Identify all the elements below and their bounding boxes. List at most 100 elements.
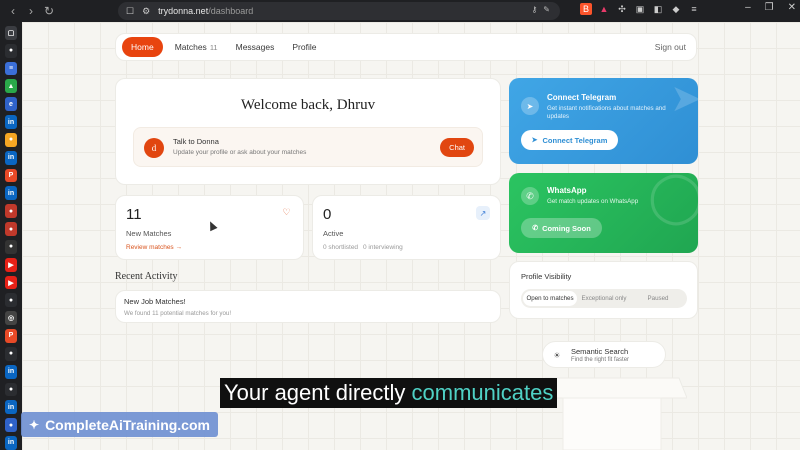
bookmark-icon[interactable]: ☐ — [126, 6, 134, 17]
visibility-exceptional[interactable]: Exceptional only — [577, 291, 631, 306]
github-icon[interactable]: ● — [5, 382, 17, 397]
new-matches-count: 11 — [126, 206, 142, 223]
trend-icon: ↗ — [476, 206, 490, 220]
recent-item-title: New Job Matches! — [124, 297, 186, 306]
whatsapp-title: WhatsApp — [547, 186, 587, 195]
edit-icon[interactable]: ✎ — [543, 5, 550, 14]
recent-activity-title: Recent Activity — [115, 271, 178, 282]
profile-visibility-title: Profile Visibility — [521, 272, 572, 281]
window-controls: – ❐ ✕ — [745, 2, 796, 13]
nav-matches[interactable]: Matches 11 — [175, 42, 218, 52]
nav-messages[interactable]: Messages — [236, 42, 275, 52]
recent-activity-item[interactable]: New Job Matches! We found 11 potential m… — [115, 290, 501, 323]
connect-telegram-button[interactable]: ➤ Connect Telegram — [521, 130, 618, 150]
active-count: 0 — [323, 206, 332, 223]
forward-icon[interactable]: › — [22, 2, 40, 20]
drive-icon[interactable]: ▲ — [5, 79, 17, 94]
rewards-icon[interactable]: ▲ — [598, 3, 610, 15]
whatsapp-small-icon: ✆ — [532, 225, 539, 232]
review-matches-link[interactable]: Review matches → — [126, 244, 182, 251]
linkedin-icon[interactable]: in — [5, 400, 17, 415]
recent-item-subtitle: We found 11 potential matches for you! — [124, 310, 232, 317]
watermark-badge: ✦ CompleteAiTraining.com — [21, 412, 218, 437]
donna-avatar: d — [144, 138, 164, 158]
tabs-icon[interactable]: ▣ — [634, 3, 646, 15]
telegram-small-icon: ➤ — [531, 137, 538, 144]
talk-to-donna-bar[interactable]: d Talk to Donna Update your profile or a… — [133, 127, 483, 167]
key-icon[interactable]: ⚷ — [531, 5, 537, 14]
browser-sidebar: ▢ ● ≡ ▲ e in ● in P in ● ● ● ▶ ▶ ● ◎ P ●… — [0, 22, 22, 450]
site-info-icon[interactable]: ⚙ — [142, 6, 150, 17]
profile-visibility-card: Profile Visibility Open to matches Excep… — [509, 261, 698, 319]
semantic-search-chip: ☀ Semantic Search Find the right fit fas… — [542, 341, 666, 368]
video-caption: Your agent directly communicates — [220, 378, 558, 408]
puzzle-icon[interactable]: ✣ — [616, 3, 628, 15]
github-icon[interactable]: ● — [5, 293, 17, 308]
sidebar-app-icon[interactable]: ▢ — [5, 26, 17, 40]
signout-button[interactable]: Sign out — [655, 42, 686, 52]
app-icon[interactable]: ◎ — [5, 311, 17, 326]
youtube-icon[interactable]: ▶ — [5, 275, 17, 290]
app-icon[interactable]: P — [5, 168, 17, 183]
matches-count-badge: 11 — [209, 43, 218, 52]
shortlisted-count: 0 shortlisted — [323, 244, 359, 251]
interviewing-count: 0 interviewing — [363, 244, 403, 251]
welcome-title: Welcome back, Dhruv — [240, 97, 376, 113]
telegram-card: ➤ ➤ Connect Telegram Get instant notific… — [509, 78, 698, 164]
app-icon[interactable]: ● — [5, 418, 17, 433]
heart-icon: ♡ — [282, 207, 291, 217]
address-bar[interactable]: ☐ ⚙ trydonna.net/dashboard ⚷ ✎ — [118, 2, 560, 20]
linkedin-icon[interactable]: in — [5, 115, 17, 129]
youtube-icon[interactable]: ▶ — [5, 257, 17, 272]
visibility-paused[interactable]: Paused — [631, 291, 685, 306]
whatsapp-subtitle: Get match updates on WhatsApp — [547, 198, 639, 205]
menu-icon[interactable]: ≡ — [688, 3, 700, 15]
linkedin-icon[interactable]: in — [5, 364, 17, 379]
sidebar-toggle-icon[interactable]: ◧ — [652, 3, 664, 15]
whatsapp-icon: ✆ — [521, 187, 539, 205]
active-card: 0 Active 0 shortlisted 0 interviewing ↗ — [312, 195, 501, 260]
app-icon[interactable]: ● — [5, 204, 17, 219]
watermark-logo-icon: ✦ — [29, 417, 40, 432]
whatsapp-bg-icon: ◯ — [648, 173, 698, 224]
linkedin-icon[interactable]: in — [5, 436, 17, 450]
app-icon[interactable]: ● — [5, 222, 17, 236]
close-icon[interactable]: ✕ — [788, 2, 796, 13]
nav-profile[interactable]: Profile — [292, 42, 316, 52]
docs-icon[interactable]: ≡ — [5, 61, 17, 76]
telegram-title: Connect Telegram — [547, 93, 617, 102]
telegram-icon: ➤ — [521, 97, 539, 115]
app-icon[interactable]: ● — [5, 239, 17, 254]
lightbulb-icon: ☀ — [553, 350, 561, 360]
extensions: B ▲ ✣ ▣ ◧ ◆ ≡ — [580, 3, 700, 15]
welcome-card: Welcome back, Dhruv d Talk to Donna Upda… — [115, 78, 501, 185]
app-icon[interactable]: ● — [5, 132, 17, 147]
visibility-segmented-control: Open to matches Exceptional only Paused — [521, 289, 687, 308]
new-matches-label: New Matches — [126, 229, 172, 238]
linkedin-icon[interactable]: in — [5, 150, 17, 165]
donna-title: Talk to Donna — [173, 137, 219, 146]
visibility-open[interactable]: Open to matches — [523, 291, 577, 306]
donna-subtitle: Update your profile or ask about your ma… — [173, 149, 307, 156]
reload-icon[interactable]: ↻ — [40, 2, 58, 20]
box-illustration — [537, 377, 687, 450]
url-text: trydonna.net/dashboard — [158, 6, 254, 16]
chat-button[interactable]: Chat — [440, 138, 474, 157]
minimize-icon[interactable]: – — [745, 2, 751, 13]
maximize-icon[interactable]: ❐ — [765, 2, 774, 13]
app-icon[interactable]: P — [5, 329, 17, 343]
brave-shield-icon[interactable]: B — [580, 3, 592, 15]
whatsapp-card: ◯ ✆ WhatsApp Get match updates on WhatsA… — [509, 173, 698, 253]
nav-home[interactable]: Home — [122, 37, 163, 57]
semantic-search-title: Semantic Search — [571, 347, 629, 356]
github-icon[interactable]: ● — [5, 346, 17, 361]
edge-icon[interactable]: e — [5, 97, 17, 112]
semantic-search-subtitle: Find the right fit faster — [571, 357, 630, 363]
telegram-subtitle: Get instant notifications about matches … — [547, 105, 666, 121]
coming-soon-button[interactable]: ✆ Coming Soon — [521, 218, 602, 238]
github-icon[interactable]: ● — [5, 43, 17, 58]
wallet-icon[interactable]: ◆ — [670, 3, 682, 15]
active-label: Active — [323, 229, 344, 238]
back-icon[interactable]: ‹ — [4, 2, 22, 20]
linkedin-icon[interactable]: in — [5, 186, 17, 201]
